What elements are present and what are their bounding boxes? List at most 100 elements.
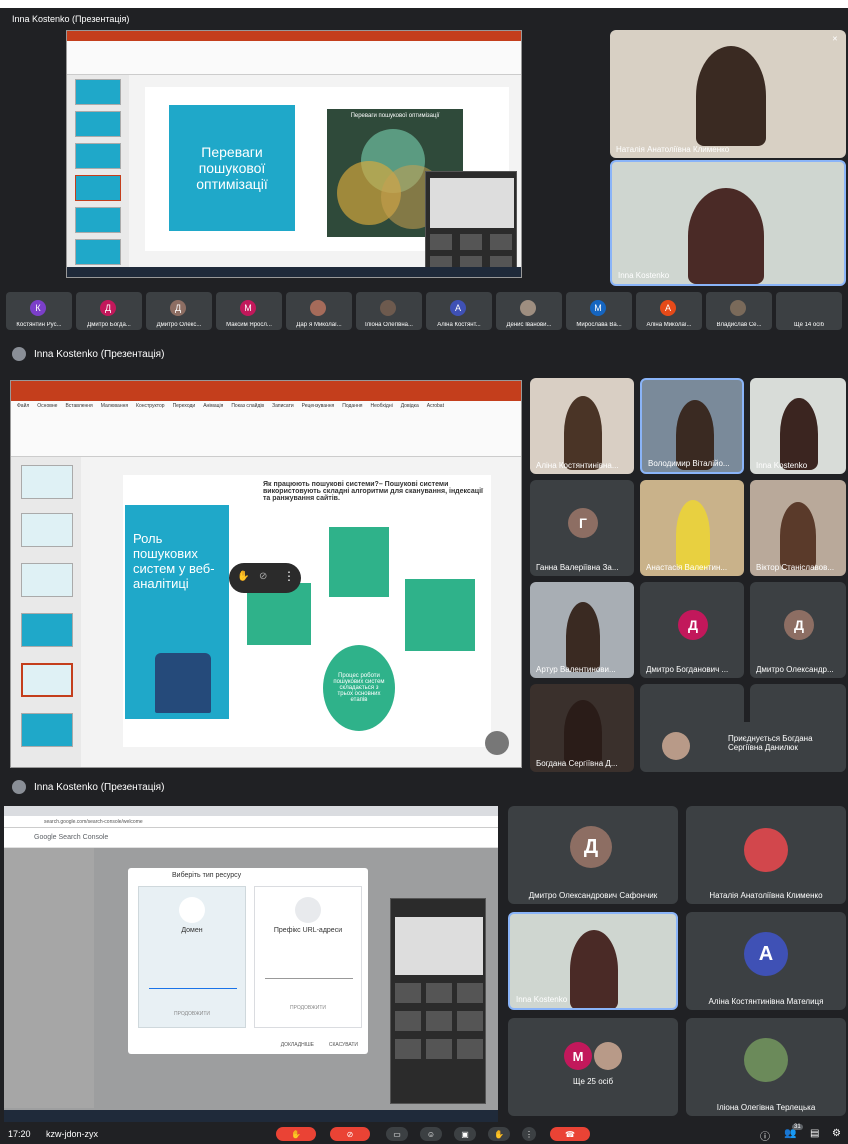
participant-tile[interactable]: Inna Kostenko — [750, 378, 846, 474]
avatar: К — [30, 300, 46, 316]
participant-tile[interactable]: А Аліна Костянт... — [426, 292, 492, 330]
participant-name: Аліна Миколаї... — [646, 322, 692, 328]
thumbnail[interactable] — [75, 79, 121, 105]
participant-tile[interactable]: Богдана Сергіївна Д... — [530, 684, 634, 772]
ribbon-tab[interactable]: Конструктор — [136, 403, 165, 411]
more-options-button[interactable]: ⋮ — [522, 1127, 536, 1141]
ppt-titlebar — [11, 381, 521, 401]
more-participants-tile[interactable]: М Ще 25 осіб — [508, 1018, 678, 1116]
ribbon-tab[interactable]: Рецензування — [302, 403, 335, 411]
participant-name: Богдана Сергіївна Д... — [536, 759, 618, 768]
ribbon-tab[interactable]: Переходи — [173, 403, 196, 411]
continue-button[interactable]: ПРОДОВЖИТИ — [255, 1005, 361, 1011]
ribbon-tab[interactable]: Малювання — [101, 403, 128, 411]
ribbon-tab[interactable]: Необхідні — [370, 403, 392, 411]
participant-video — [676, 500, 710, 570]
participant-tile[interactable]: А Аліна Миколаї... — [636, 292, 702, 330]
participant-tile[interactable]: Іліона Олегівна... — [356, 292, 422, 330]
participant-tile[interactable]: Inna Kostenko — [508, 912, 678, 1010]
participant-tile[interactable]: Д Дмитро Олекс... — [146, 292, 212, 330]
domain-input[interactable] — [149, 979, 237, 989]
captions-button[interactable]: ▭ — [386, 1127, 408, 1141]
ribbon-tab[interactable]: Записати — [272, 403, 294, 411]
participant-tile[interactable]: Д Дмитро Богда... — [76, 292, 142, 330]
ribbon-tab[interactable]: Вставлення — [65, 403, 92, 411]
participant-tile[interactable]: Д Дмитро Богданович ... — [640, 582, 744, 678]
participant-name: Іліона Олегівна... — [365, 322, 413, 328]
learn-more-link[interactable]: ДОКЛАДНІШЕ — [281, 1042, 314, 1048]
shared-screen: Файл Основне Вставлення Малювання Констр… — [10, 380, 522, 768]
thumbnail[interactable] — [75, 239, 121, 265]
thumbnail[interactable] — [75, 207, 121, 233]
domain-option[interactable]: Домен ПРОДОВЖИТИ — [138, 886, 246, 1028]
leave-call-button[interactable]: ☎ — [550, 1127, 590, 1141]
participant-tile[interactable]: К Костянтин Рус... — [6, 292, 72, 330]
thumbnail[interactable] — [21, 663, 73, 697]
thumbnail[interactable] — [21, 563, 73, 597]
url-prefix-option[interactable]: Префікс URL-адреси ПРОДОВЖИТИ — [254, 886, 362, 1028]
participant-tile[interactable]: Артур Валентинови... — [530, 582, 634, 678]
domain-option-title: Домен — [181, 927, 203, 934]
participant-name: Аліна Костянтинівна... — [536, 461, 619, 470]
ribbon-tab[interactable]: Файл — [17, 403, 29, 411]
url-prefix-input[interactable] — [265, 969, 353, 979]
continue-button[interactable]: ПРОДОВЖИТИ — [139, 1011, 245, 1017]
more-participants-tile[interactable]: Ще 14 осіб — [776, 292, 842, 330]
participant-tile[interactable]: Наталія Анатоліївна Клименко — [686, 806, 846, 904]
ribbon-tab[interactable]: Анімація — [203, 403, 223, 411]
ribbon-tab[interactable]: Основне — [37, 403, 57, 411]
present-button[interactable]: ▣ — [454, 1127, 476, 1141]
cancel-button[interactable]: СКАСУВАТИ — [329, 1042, 358, 1048]
participant-tile[interactable]: ✕ Наталія Анатоліївна Клименко — [610, 30, 846, 158]
url-text[interactable]: search.google.com/search-console/welcome — [44, 819, 143, 825]
camera-toggle-button[interactable]: ⊘ — [330, 1127, 370, 1141]
participant-tile[interactable]: А Аліна Костянтинівна Мателиця — [686, 912, 846, 1010]
more-options-icon[interactable]: ⋮ — [283, 569, 295, 583]
nested-tile — [457, 983, 483, 1003]
participant-tile[interactable]: Г Ганна Валеріївна За... — [530, 480, 634, 576]
participant-tile[interactable]: Денис Іванови... — [496, 292, 562, 330]
browser-tabs — [4, 806, 498, 816]
thumbnail[interactable] — [75, 143, 121, 169]
mic-off-icon[interactable]: ✋ — [237, 571, 249, 582]
chat-icon[interactable]: ▤ — [810, 1128, 819, 1139]
thumbnail[interactable] — [21, 513, 73, 547]
participant-tile[interactable]: Віктор Станіславов... — [750, 480, 846, 576]
participant-tile[interactable]: Іліона Олегівна Терлецька — [686, 1018, 846, 1116]
nested-tile — [430, 234, 452, 250]
mic-toggle-button[interactable]: ✋ — [276, 1127, 316, 1141]
participant-tile[interactable]: Д Дмитро Олександр... — [750, 582, 846, 678]
info-icon[interactable]: ⓘ — [760, 1128, 770, 1143]
thumbnail[interactable] — [21, 613, 73, 647]
thumbnail[interactable] — [75, 175, 121, 201]
participant-tile[interactable]: Inna Kostenko — [610, 160, 846, 286]
participant-tile[interactable]: Анастасія Валентин... — [640, 480, 744, 576]
ribbon-tab[interactable]: Довідка — [401, 403, 419, 411]
camera-off-icon[interactable]: ⊘ — [259, 571, 267, 582]
ribbon-tab[interactable]: Показ слайдів — [231, 403, 264, 411]
activities-icon[interactable]: ⚙ — [832, 1128, 841, 1139]
ribbon-tab[interactable]: Acrobat — [427, 403, 444, 411]
participant-tile[interactable]: Володимир Віталійо... — [640, 378, 744, 474]
raise-hand-button[interactable]: ✋ — [488, 1127, 510, 1141]
nested-tile — [426, 1011, 452, 1031]
participant-tile[interactable]: М Максим Яросл... — [216, 292, 282, 330]
thumbnail[interactable] — [75, 111, 121, 137]
participant-tile[interactable]: Аліна Костянтинівна... — [530, 378, 634, 474]
participant-name: Владислав Се... — [716, 322, 762, 328]
slide-title-box: Роль пошукових систем у веб-аналітиці — [125, 505, 229, 719]
header-text: Inna Kostenko (Презентація) — [34, 348, 165, 360]
participant-video — [566, 602, 600, 672]
thumbnail[interactable] — [21, 465, 73, 499]
thumbnail[interactable] — [21, 713, 73, 747]
participant-tile[interactable]: Дар`я Миколаї... — [286, 292, 352, 330]
emoji-button[interactable]: ☺ — [420, 1127, 442, 1141]
gsc-header: Google Search Console — [4, 828, 498, 848]
participant-tile[interactable]: М Мирослава Ва... — [566, 292, 632, 330]
ribbon-tab[interactable]: Подання — [342, 403, 362, 411]
participant-tile[interactable]: Д Дмитро Олександрович Сафончик — [508, 806, 678, 904]
nested-meet-preview — [425, 171, 517, 277]
participant-tile[interactable]: Владислав Се... — [706, 292, 772, 330]
zoom-icon[interactable] — [485, 731, 509, 755]
url-prefix-option-title: Префікс URL-адреси — [273, 927, 343, 934]
